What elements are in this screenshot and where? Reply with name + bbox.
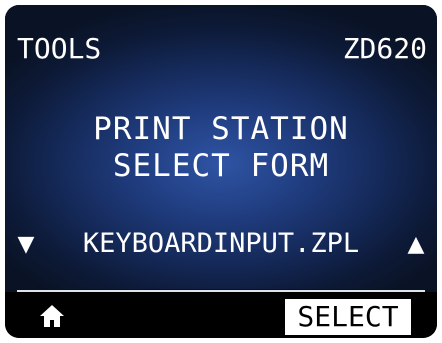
menu-title: TOOLS — [17, 32, 102, 65]
triangle-down-icon[interactable]: ▼ — [13, 227, 39, 261]
screen-title-line-2: SELECT FORM — [112, 148, 330, 184]
main-area: TOOLS ZD620 PRINT STATION SELECT FORM ▼ … — [5, 5, 437, 289]
item-selector: ▼ KEYBOARDINPUT.ZPL ▲ — [5, 227, 437, 261]
home-button[interactable] — [39, 304, 65, 328]
select-button[interactable]: SELECT — [285, 299, 411, 335]
triangle-up-icon[interactable]: ▲ — [403, 227, 429, 261]
home-icon — [40, 305, 64, 327]
screen-title-line-1: PRINT STATION — [93, 111, 349, 147]
softkey-bar: SELECT — [5, 292, 437, 338]
display-frame: TOOLS ZD620 PRINT STATION SELECT FORM ▼ … — [0, 0, 442, 343]
lcd-screen: TOOLS ZD620 PRINT STATION SELECT FORM ▼ … — [5, 5, 437, 338]
selected-form-name: KEYBOARDINPUT.ZPL — [82, 228, 360, 259]
printer-model: ZD620 — [342, 32, 427, 65]
